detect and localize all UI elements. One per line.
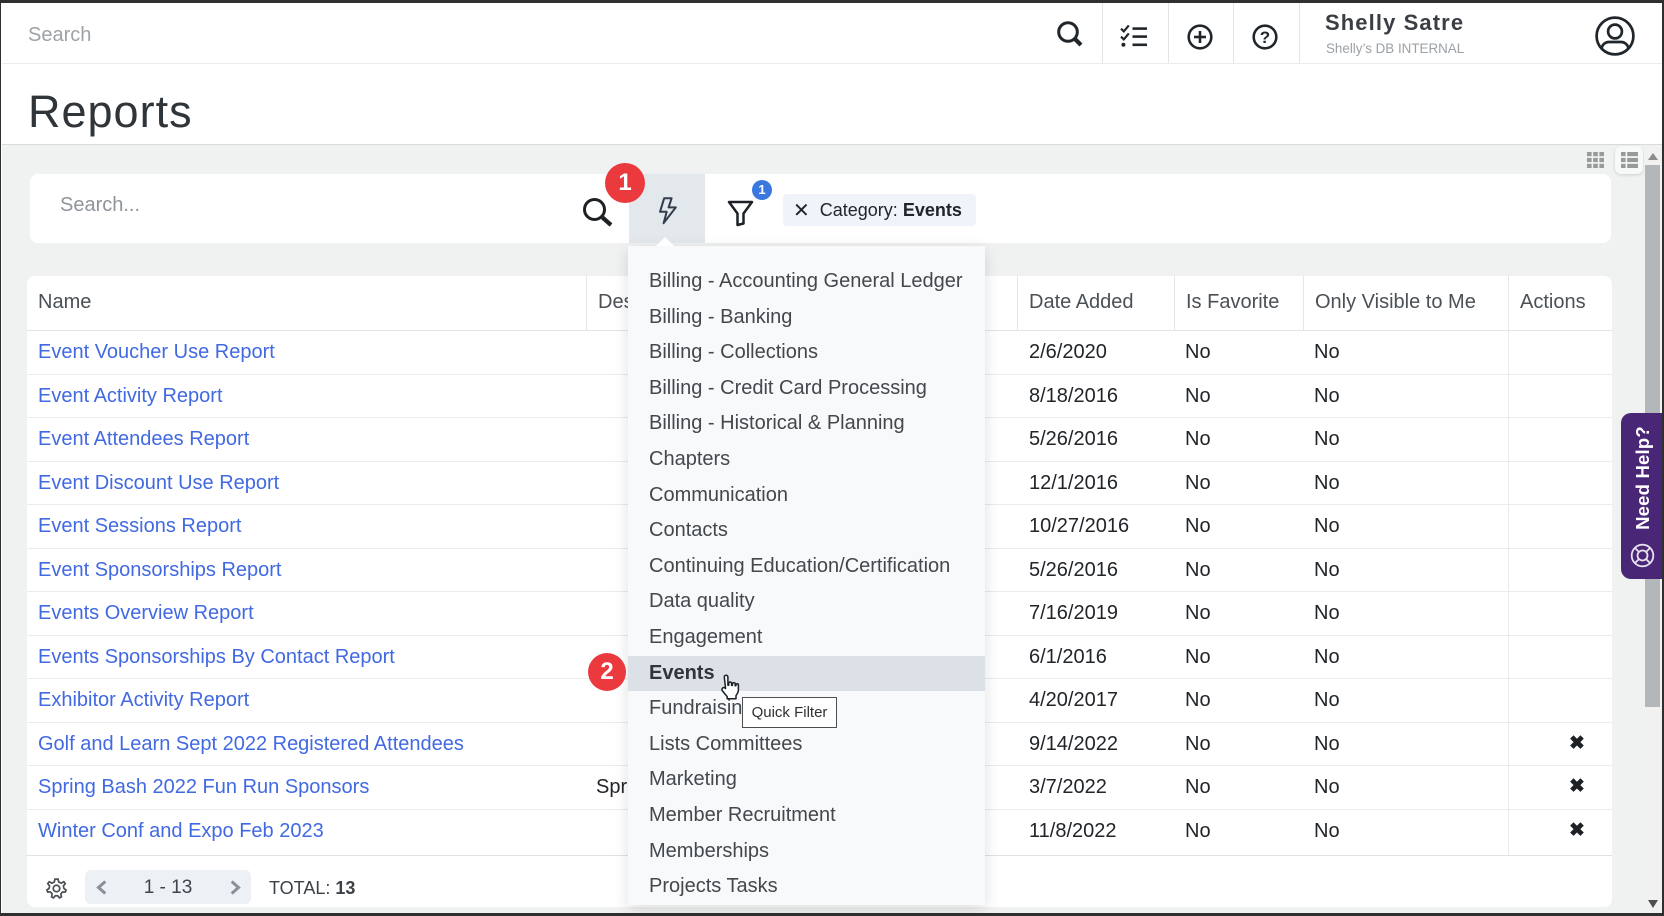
svg-text:?: ? (1260, 28, 1270, 47)
